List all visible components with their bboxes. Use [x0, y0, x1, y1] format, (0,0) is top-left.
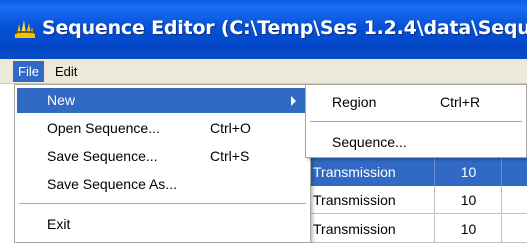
cell-type[interactable]: Transmission	[305, 158, 435, 186]
table-row[interactable]: Transmission 10	[305, 215, 527, 243]
window-title: Sequence Editor (C:\Temp\Ses 1.2.4\data\…	[42, 17, 527, 39]
app-icon[interactable]	[14, 18, 36, 40]
table-row[interactable]: Transmission 10	[305, 186, 527, 214]
menu-item-save-sequence[interactable]: Save Sequence... Ctrl+S	[17, 144, 308, 169]
submenu-item-sequence[interactable]: Sequence...	[308, 130, 524, 155]
menu-item-new[interactable]: New	[17, 88, 308, 113]
cell-type[interactable]: Transmission	[305, 186, 435, 214]
menu-bar: File Edit	[0, 59, 527, 84]
menu-item-label: Exit	[47, 216, 71, 232]
menu-separator	[310, 121, 522, 122]
new-submenu: Region Ctrl+R Sequence...	[305, 84, 527, 158]
submenu-arrow-icon	[291, 96, 296, 106]
sequence-grid: Transmission 10 Transmission 10 Transmis…	[305, 158, 527, 243]
menu-item-shortcut: Ctrl+R	[440, 94, 481, 110]
menu-separator	[19, 203, 306, 204]
table-row[interactable]: Transmission 10	[305, 158, 527, 186]
menu-item-label: Region	[332, 94, 377, 110]
title-bar[interactable]: Sequence Editor (C:\Temp\Ses 1.2.4\data\…	[0, 0, 527, 59]
menu-item-shortcut: Ctrl+O	[210, 120, 251, 136]
menu-item-open-sequence[interactable]: Open Sequence... Ctrl+O	[17, 116, 308, 141]
menu-item-label: Open Sequence...	[47, 120, 160, 136]
menu-item-label: Save Sequence...	[47, 148, 158, 164]
menu-item-label: Save Sequence As...	[47, 176, 177, 192]
menu-item-shortcut: Ctrl+S	[210, 148, 250, 164]
menu-item-save-sequence-as[interactable]: Save Sequence As...	[17, 172, 308, 197]
cell-value[interactable]: 10	[436, 215, 502, 243]
submenu-item-region[interactable]: Region Ctrl+R	[308, 90, 524, 115]
menu-file[interactable]: File	[13, 61, 44, 82]
menu-edit[interactable]: Edit	[50, 61, 82, 82]
menu-item-label: Sequence...	[332, 134, 407, 150]
menu-item-label: New	[47, 92, 76, 108]
cell-value[interactable]: 10	[436, 158, 502, 186]
menu-item-exit[interactable]: Exit	[17, 212, 308, 237]
file-menu-dropdown: New Open Sequence... Ctrl+O Save Sequenc…	[14, 84, 311, 243]
cell-type[interactable]: Transmission	[305, 215, 435, 243]
cell-value[interactable]: 10	[436, 186, 502, 214]
